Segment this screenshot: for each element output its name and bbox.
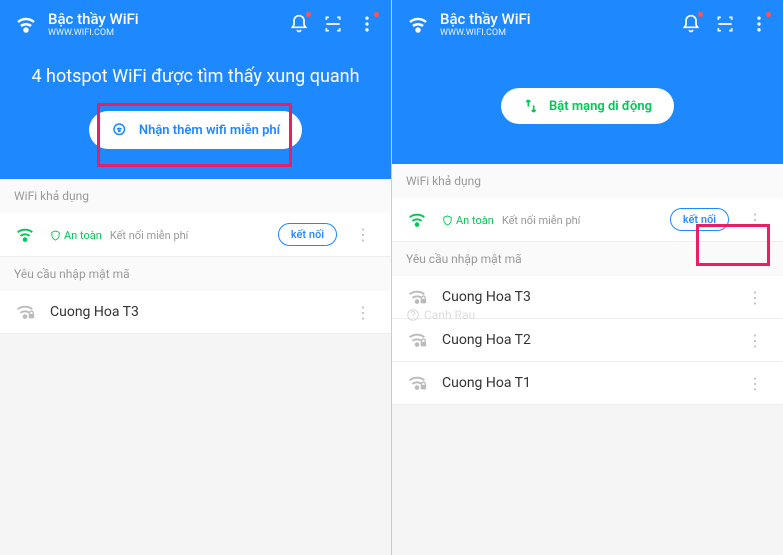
- free-connect-label: Kết nối miễn phí: [502, 214, 581, 227]
- wifi-item-password[interactable]: Cuong Hoa T1 ⋮: [392, 362, 783, 405]
- wifi-lock-icon: [406, 372, 430, 394]
- wifi-name: Cuong Hoa T3: [442, 289, 729, 305]
- header-title: Bậc thầy WiFi WWW.WIFI.COM: [440, 10, 671, 38]
- wifi-name: Cuong Hoa T2: [442, 332, 729, 348]
- wifi-name: Cuong Hoa T3: [50, 304, 337, 320]
- more-icon[interactable]: ⋮: [741, 288, 769, 307]
- safe-badge: An toàn: [50, 229, 102, 242]
- wifi-item-password[interactable]: Cuong Hoa T3 ⋮: [0, 291, 391, 334]
- wifi-info: An toàn Kết nối miễn phí: [442, 212, 658, 227]
- connect-button[interactable]: kết nối: [670, 208, 729, 231]
- header-title: Bậc thầy WiFi WWW.WIFI.COM: [48, 10, 279, 38]
- wifi-item-available[interactable]: An toàn Kết nối miễn phí kết nối ⋮: [0, 213, 391, 257]
- menu-icon[interactable]: [749, 14, 769, 34]
- password-section-label: Yêu cầu nhập mật mã: [392, 242, 783, 276]
- connect-button[interactable]: kết nối: [278, 223, 337, 246]
- bell-icon[interactable]: [289, 14, 309, 34]
- password-section-label: Yêu cầu nhập mật mã: [0, 257, 391, 291]
- available-section-label: WiFi khả dụng: [392, 164, 783, 198]
- free-connect-label: Kết nối miễn phí: [110, 229, 189, 242]
- more-icon[interactable]: ⋮: [741, 331, 769, 350]
- more-icon[interactable]: ⋮: [741, 374, 769, 393]
- hero-section: 4 hotspot WiFi được tìm thấy xung quanh …: [0, 48, 391, 179]
- enable-mobile-data-button[interactable]: Bật mạng di động: [501, 88, 674, 124]
- app-header: Bậc thầy WiFi WWW.WIFI.COM: [0, 0, 391, 48]
- scan-icon[interactable]: [323, 14, 343, 34]
- wifi-item-available[interactable]: An toàn Kết nối miễn phí kết nối ⋮: [392, 198, 783, 242]
- more-icon[interactable]: ⋮: [349, 303, 377, 322]
- menu-icon[interactable]: [357, 14, 377, 34]
- wifi-name: Cuong Hoa T1: [442, 375, 729, 391]
- wifi-lock-icon: [406, 329, 430, 351]
- wifi-item-password[interactable]: Cuong Hoa T2 ⋮: [392, 319, 783, 362]
- app-logo-icon: [406, 12, 430, 36]
- more-icon[interactable]: ⋮: [349, 225, 377, 244]
- bell-icon[interactable]: [681, 14, 701, 34]
- wifi-lock-icon: [406, 286, 430, 308]
- safe-badge: An toàn: [442, 214, 494, 227]
- app-header: Bậc thầy WiFi WWW.WIFI.COM: [392, 0, 783, 48]
- wifi-signal-icon: [14, 224, 38, 246]
- available-section-label: WiFi khả dụng: [0, 179, 391, 213]
- phone-right: Bậc thầy WiFi WWW.WIFI.COM Bật mạng di đ…: [392, 0, 783, 555]
- wifi-lock-icon: [14, 301, 38, 323]
- phone-left: Bậc thầy WiFi WWW.WIFI.COM 4 hotspot WiF…: [0, 0, 391, 555]
- hero-section: Bật mạng di động: [392, 48, 783, 164]
- wifi-signal-icon: [406, 209, 430, 231]
- more-icon[interactable]: ⋮: [741, 210, 769, 229]
- hero-text: 4 hotspot WiFi được tìm thấy xung quanh: [14, 66, 377, 87]
- wifi-info: An toàn Kết nối miễn phí: [50, 227, 266, 242]
- app-logo-icon: [14, 12, 38, 36]
- watermark: Canh Rau: [406, 308, 475, 322]
- scan-icon[interactable]: [715, 14, 735, 34]
- get-more-wifi-button[interactable]: Nhận thêm wifi miễn phí: [89, 111, 302, 149]
